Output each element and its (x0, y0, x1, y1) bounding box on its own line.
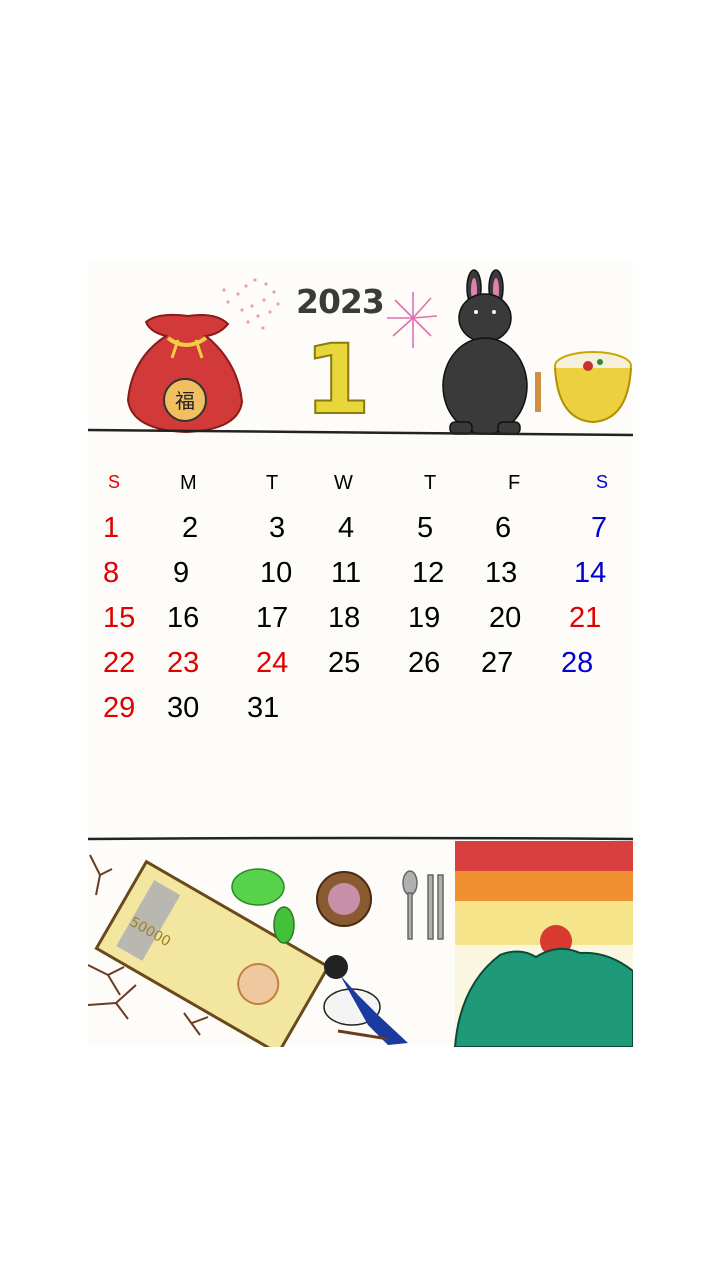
weekday-sun: S (108, 472, 121, 492)
day-cell: 22 (103, 647, 136, 679)
footer-top-line (88, 836, 633, 841)
day-cell: 30 (167, 692, 200, 724)
day-cell: 2 (182, 512, 199, 544)
footer-illustration: 50000 (88, 836, 633, 1047)
day-cell: 19 (408, 602, 441, 634)
day-cell: 17 (256, 602, 289, 634)
weekday-thu: T (424, 472, 437, 494)
weekday-sat: S (596, 472, 609, 492)
day-cell: 4 (338, 512, 355, 544)
weekday-tue: T (266, 472, 279, 494)
day-cell: 5 (417, 512, 434, 544)
day-cell: 16 (167, 602, 200, 634)
day-cell: 29 (103, 692, 136, 724)
day-cell: 20 (489, 602, 522, 634)
spoon-chopsticks-icon (402, 870, 444, 940)
day-cell: 23 (167, 647, 200, 679)
sunrise-mountain-icon (453, 841, 633, 1047)
day-cell: 27 (481, 647, 514, 679)
day-cell: 12 (412, 557, 445, 589)
day-cell: 25 (328, 647, 361, 679)
fireworks-left-icon (222, 278, 280, 330)
lucky-bag-icon (126, 313, 244, 434)
day-cell: 26 (408, 647, 441, 679)
day-cell: 13 (485, 557, 518, 589)
day-cell: 7 (591, 512, 608, 544)
day-cell: 24 (256, 647, 289, 679)
banknote-icon (94, 859, 331, 1047)
day-cell: 11 (331, 557, 362, 589)
weekday-fri: F (508, 472, 521, 494)
day-cell: 6 (495, 512, 512, 544)
day-cell: 10 (260, 557, 293, 589)
weekday-wed: W (334, 472, 353, 494)
fireworks-right-icon (387, 292, 438, 348)
calendar-month: 1 (303, 324, 372, 436)
day-cell: 8 (103, 557, 120, 589)
day-cell: 21 (569, 602, 602, 634)
weekday-mon: M (180, 472, 197, 494)
day-cell: 3 (269, 512, 286, 544)
rabbit-icon (442, 269, 528, 435)
nest-icon (316, 871, 372, 927)
lucky-bag-character: 福 (175, 389, 195, 413)
day-cell: 1 (103, 512, 120, 544)
day-cell: 9 (173, 557, 190, 589)
rice-cake-soup-icon (535, 351, 632, 424)
day-cell: 31 (247, 692, 280, 724)
calendar-year: 2023 (296, 282, 385, 321)
day-cell: 15 (103, 602, 136, 634)
day-cell: 28 (561, 647, 594, 679)
day-cell: 18 (328, 602, 361, 634)
magpie-icon (323, 955, 408, 1045)
day-cell: 14 (574, 557, 607, 589)
